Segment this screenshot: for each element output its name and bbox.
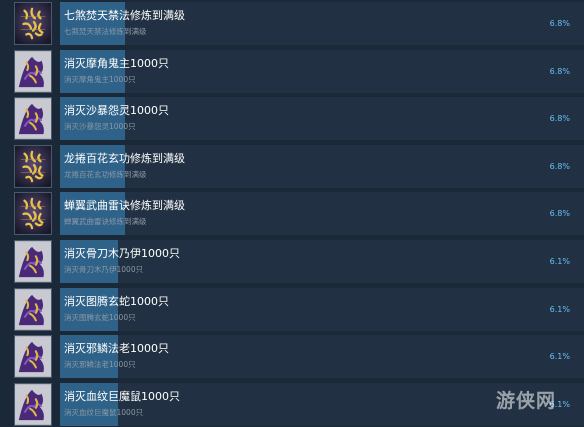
achievement-description: 龙捲百花玄功修炼到满级 [64, 169, 147, 179]
achievement-percent: 6.1% [549, 352, 570, 362]
achievement-row: 七煞焚天禁法修炼到满级 七煞焚天禁法修炼到满级 6.8% [14, 2, 584, 45]
achievement-name: 消灭摩角鬼主1000只 [64, 56, 169, 70]
golden-calligraphy-icon [14, 2, 52, 45]
purple-demon-icon [14, 240, 52, 283]
achievement-name: 龙捲百花玄功修炼到满级 [64, 151, 185, 165]
watermark: 游侠网 [496, 390, 557, 412]
achievement-description: 消灭图腾玄蛇1000只 [64, 312, 136, 322]
achievement-name: 消灭邪鳞法老1000只 [64, 342, 169, 356]
achievement-description: 消灭邪鳞法老1000只 [64, 360, 136, 370]
achievement-progress-bar: 龙捲百花玄功修炼到满级 龙捲百花玄功修炼到满级 6.8% [60, 144, 584, 188]
achievement-percent: 6.8% [549, 19, 570, 28]
achievement-name: 消灭血纹巨魔鼠1000只 [64, 389, 180, 403]
achievement-progress-bar: 消灭沙暴怨灵1000只 消灭沙暴怨灵1000只 6.8% [60, 97, 584, 141]
achievement-name: 七煞焚天禁法修炼到满级 [64, 9, 185, 22]
purple-demon-icon [14, 382, 52, 426]
golden-calligraphy-icon [14, 144, 52, 188]
achievement-name: 消灭沙暴怨灵1000只 [64, 104, 169, 118]
achievement-description: 消灭沙暴怨灵1000只 [64, 122, 136, 132]
achievement-percent: 6.8% [549, 114, 570, 124]
achievement-row: 消灭沙暴怨灵1000只 消灭沙暴怨灵1000只 6.8% [14, 97, 584, 141]
achievement-name: 消灭图腾玄蛇1000只 [64, 294, 169, 308]
purple-demon-icon [14, 49, 52, 93]
achievement-description: 蝉翼武曲雷诀修炼到满级 [64, 217, 147, 227]
achievement-name: 消灭骨刀木乃伊1000只 [64, 247, 180, 260]
achievement-progress-bar: 蝉翼武曲雷诀修炼到满级 蝉翼武曲雷诀修炼到满级 6.8% [60, 192, 584, 236]
achievement-row: 蝉翼武曲雷诀修炼到满级 蝉翼武曲雷诀修炼到满级 6.8% [14, 192, 584, 236]
achievement-row: 消灭骨刀木乃伊1000只 消灭骨刀木乃伊1000只 6.1% [14, 240, 584, 283]
purple-demon-icon [14, 287, 52, 331]
achievement-name: 蝉翼武曲雷诀修炼到满级 [64, 199, 185, 213]
achievement-description: 消灭摩角鬼主1000只 [64, 74, 136, 84]
purple-demon-icon [14, 335, 52, 379]
achievement-progress-bar: 七煞焚天禁法修炼到满级 七煞焚天禁法修炼到满级 6.8% [60, 2, 584, 45]
achievement-description: 消灭血纹巨魔鼠1000只 [64, 407, 144, 417]
achievement-percent: 6.8% [549, 161, 570, 171]
achievement-progress-bar: 消灭摩角鬼主1000只 消灭摩角鬼主1000只 6.8% [60, 49, 584, 93]
achievement-row: 龙捲百花玄功修炼到满级 龙捲百花玄功修炼到满级 6.8% [14, 144, 584, 188]
achievement-progress-bar: 消灭图腾玄蛇1000只 消灭图腾玄蛇1000只 6.1% [60, 287, 584, 331]
achievement-row: 消灭摩角鬼主1000只 消灭摩角鬼主1000只 6.8% [14, 49, 584, 93]
achievement-progress-bar: 消灭邪鳞法老1000只 消灭邪鳞法老1000只 6.1% [60, 335, 584, 379]
achievement-percent: 6.8% [549, 66, 570, 76]
achievement-percent: 6.1% [549, 257, 570, 266]
achievement-row: 消灭邪鳞法老1000只 消灭邪鳞法老1000只 6.1% [14, 335, 584, 379]
golden-calligraphy-icon [14, 192, 52, 236]
achievement-description: 七煞焚天禁法修炼到满级 [64, 27, 147, 36]
achievement-percent: 6.1% [549, 304, 570, 314]
achievement-list: 七煞焚天禁法修炼到满级 七煞焚天禁法修炼到满级 6.8% 消灭摩角鬼主1000只 消灭摩… [0, 0, 584, 427]
achievement-description: 消灭骨刀木乃伊1000只 [64, 265, 144, 274]
achievement-percent: 6.8% [549, 209, 570, 219]
achievement-progress-bar: 消灭骨刀木乃伊1000只 消灭骨刀木乃伊1000只 6.1% [60, 240, 584, 283]
achievement-row: 消灭图腾玄蛇1000只 消灭图腾玄蛇1000只 6.1% [14, 287, 584, 331]
purple-demon-icon [14, 97, 52, 141]
